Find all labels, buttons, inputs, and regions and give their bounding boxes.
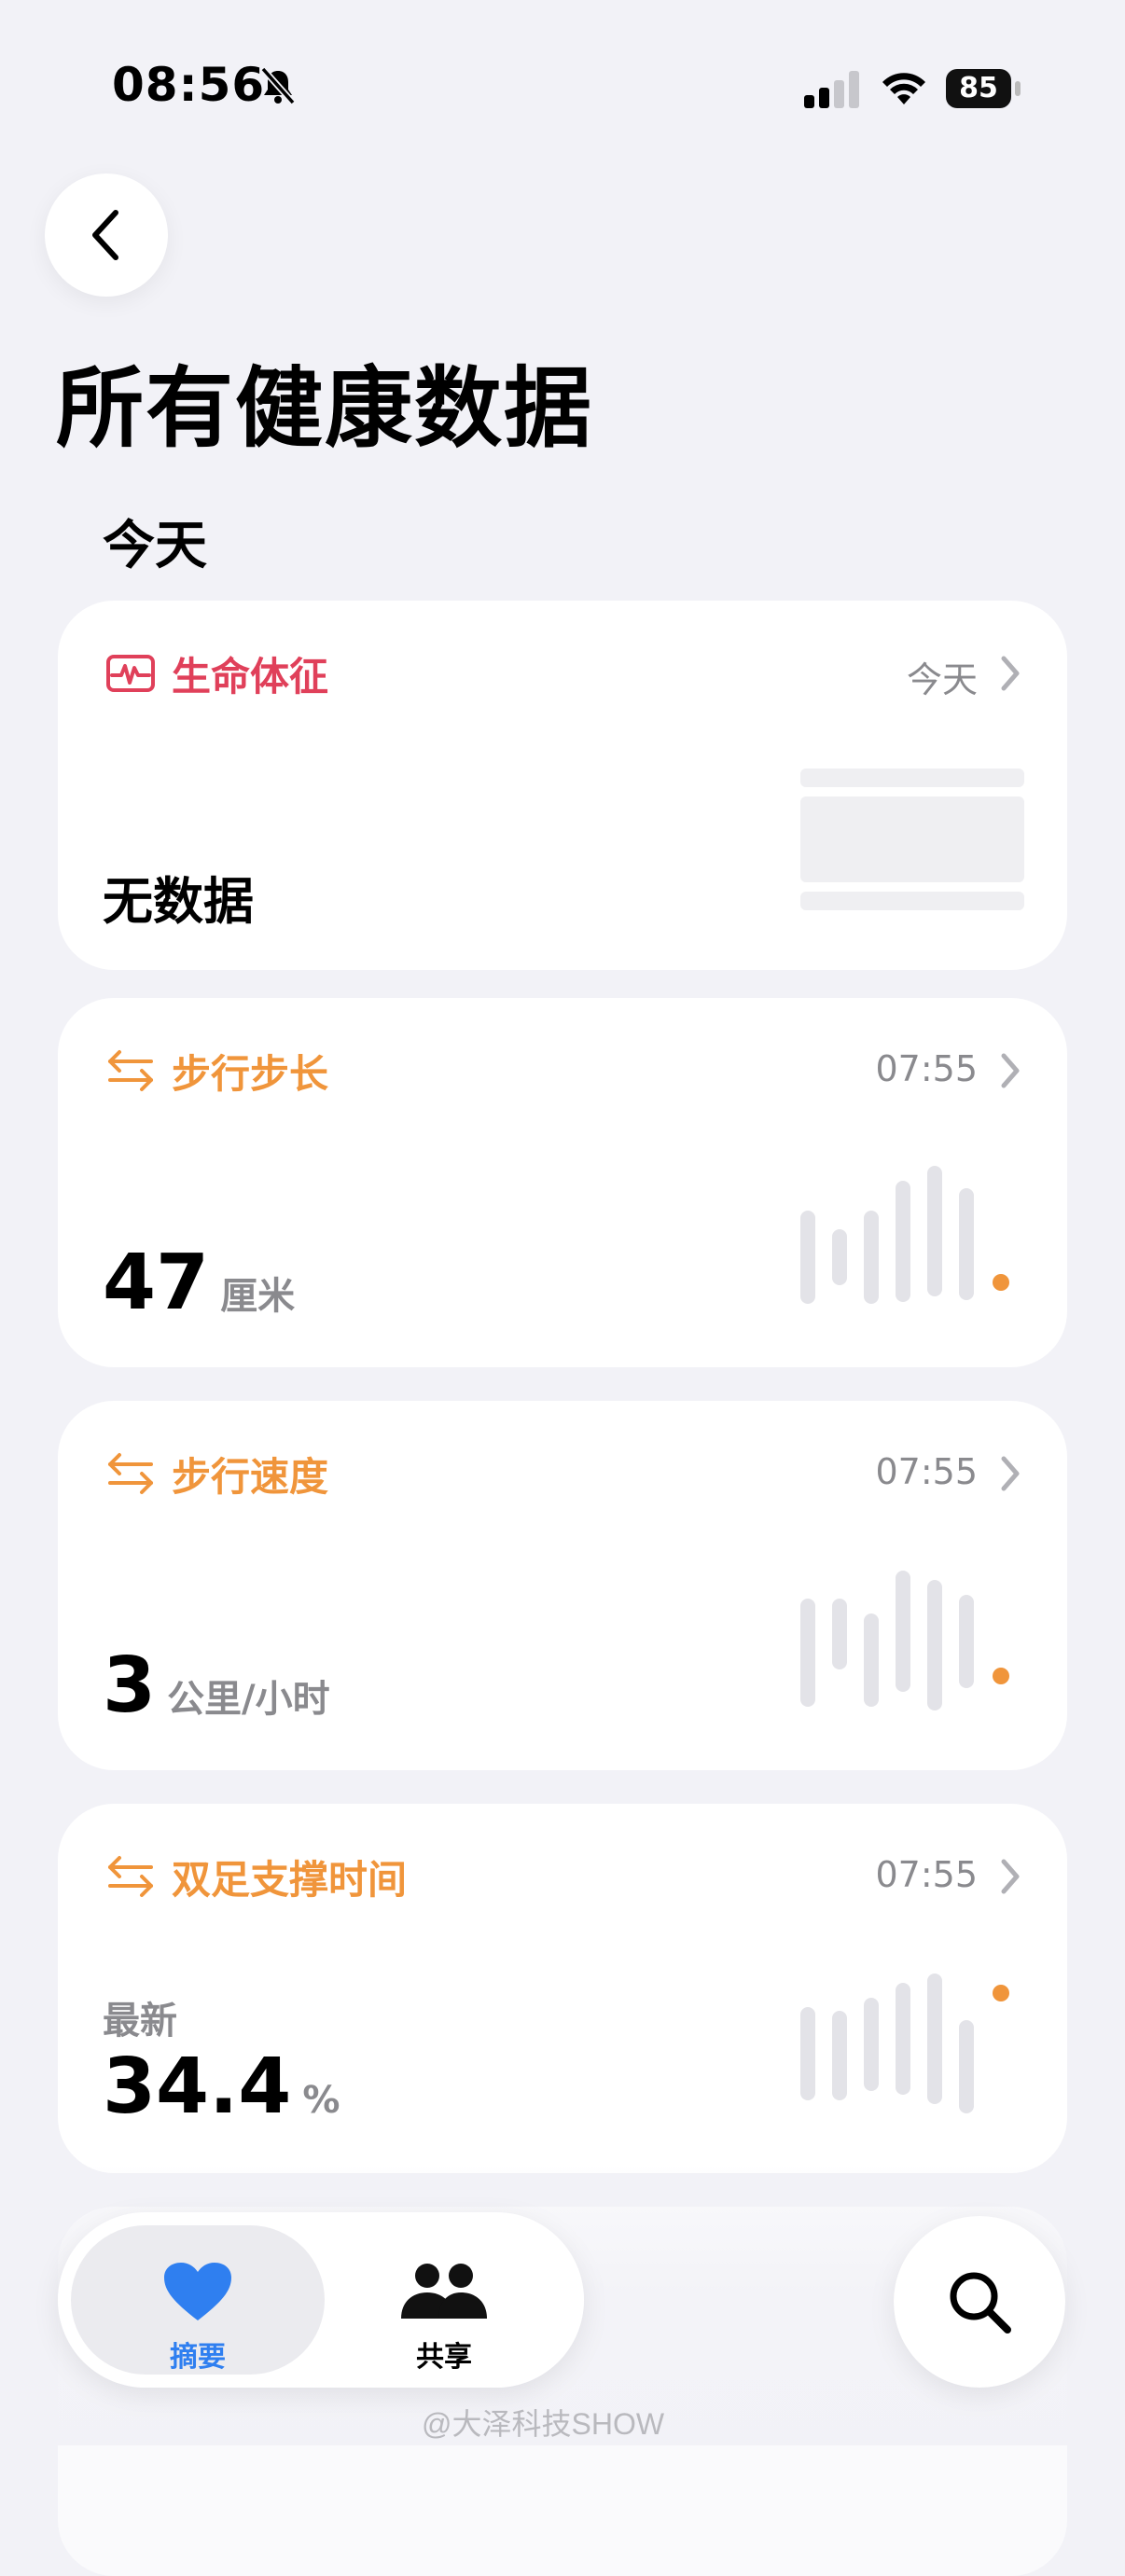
spark-bar (896, 1983, 910, 2095)
spark-bar (864, 1998, 879, 2091)
card-header: 生命体征 (104, 645, 328, 701)
spark-bar (959, 2020, 974, 2113)
battery-indicator: 85 (946, 69, 1022, 108)
card-vitals[interactable]: 生命体征 今天 无数据 (58, 601, 1067, 970)
latest-point (993, 1985, 1009, 2001)
cellular-signal-icon (804, 71, 859, 108)
spark-bar (927, 1974, 942, 2104)
card-header: 步行步长 (104, 1043, 328, 1099)
watermark-text: @大泽科技SHOW (422, 2407, 665, 2441)
status-time: 08:56 (112, 58, 266, 112)
spark-bar (832, 1229, 847, 1285)
card-title: 步行步长 (172, 1050, 329, 1097)
section-header-today: 今天 (103, 516, 207, 576)
bell-slash-icon (260, 66, 296, 105)
card-title: 双足支撑时间 (172, 1856, 408, 1903)
spark-bar (896, 1181, 910, 1302)
card-double-support-time[interactable]: 双足支撑时间 07:55 最新 34.4 % (58, 1804, 1067, 2173)
metric-unit: % (302, 2079, 340, 2122)
sparkline-chart (800, 1164, 1024, 1323)
placeholder-bar (800, 892, 1024, 910)
spark-bar (959, 1595, 974, 1688)
card-header: 双足支撑时间 (104, 1849, 407, 1904)
chevron-right-icon (1001, 1053, 1020, 1088)
card-title: 步行速度 (172, 1453, 329, 1500)
value-row: 3 公里/小时 (103, 1641, 330, 1730)
card-walking-step-length[interactable]: 步行步长 07:55 47 厘米 (58, 998, 1067, 1367)
battery-level: 85 (946, 69, 1011, 108)
battery-cap (1015, 81, 1021, 96)
spark-bar (864, 1211, 879, 1304)
chevron-right-icon (1001, 656, 1020, 691)
chevron-left-icon (92, 210, 118, 260)
spark-bar (927, 1166, 942, 1296)
placeholder-box (800, 796, 1024, 882)
heart-icon (164, 2263, 231, 2320)
spark-bar (959, 1188, 974, 1300)
no-data-label: 无数据 (103, 872, 254, 931)
mobility-arrows-icon (108, 1050, 153, 1091)
spark-bar (864, 1613, 879, 1707)
spark-bar (896, 1571, 910, 1692)
metric-unit: 公里/小时 (167, 1678, 330, 1721)
spark-bar (832, 1599, 847, 1669)
tab-sharing-label: 共享 (416, 2341, 472, 2374)
page-title: 所有健康数据 (56, 358, 594, 460)
card-time: 07:55 (875, 1451, 978, 1492)
sparkline-chart (800, 1567, 1024, 1725)
tab-bar: 摘要 共享 (58, 2212, 584, 2388)
search-icon (950, 2272, 1011, 2334)
card-time: 今天 (906, 659, 978, 700)
latest-point (993, 1668, 1009, 1684)
latest-label: 最新 (103, 2000, 177, 2043)
spark-bar (800, 1211, 815, 1304)
spark-bar (927, 1580, 942, 1710)
people-icon (401, 2264, 487, 2319)
spark-bar (800, 1599, 815, 1707)
card-time: 07:55 (875, 1854, 978, 1895)
tab-summary-label: 摘要 (170, 2341, 226, 2374)
status-bar: 08:56 85 (0, 0, 1125, 177)
sparkline-chart (800, 1970, 1024, 2128)
chevron-right-icon (1001, 1456, 1020, 1491)
metric-value: 34.4 (103, 2043, 292, 2131)
spark-bar (800, 2007, 815, 2100)
placeholder-bar (800, 769, 1024, 787)
value-row: 34.4 % (103, 2043, 340, 2131)
latest-point (993, 1274, 1009, 1291)
tab-summary[interactable]: 摘要 (71, 2225, 325, 2375)
card-walking-speed[interactable]: 步行速度 07:55 3 公里/小时 (58, 1401, 1067, 1770)
value-row: 47 厘米 (103, 1239, 295, 1327)
card-title: 生命体征 (172, 653, 329, 699)
vitals-icon (106, 655, 155, 692)
spark-bar (832, 2011, 847, 2100)
back-button[interactable] (45, 173, 168, 297)
chevron-right-icon (1001, 1859, 1020, 1894)
card-time: 07:55 (875, 1048, 978, 1089)
mobility-arrows-icon (108, 1856, 153, 1897)
placeholder-chart (800, 769, 1024, 910)
tab-sharing[interactable]: 共享 (317, 2225, 571, 2375)
metric-unit: 厘米 (220, 1275, 296, 1318)
card-header: 步行速度 (104, 1446, 328, 1502)
search-button[interactable] (894, 2216, 1065, 2388)
mobility-arrows-icon (108, 1453, 153, 1494)
metric-value: 3 (103, 1641, 157, 1730)
wifi-icon (882, 73, 925, 104)
metric-value: 47 (103, 1239, 210, 1327)
